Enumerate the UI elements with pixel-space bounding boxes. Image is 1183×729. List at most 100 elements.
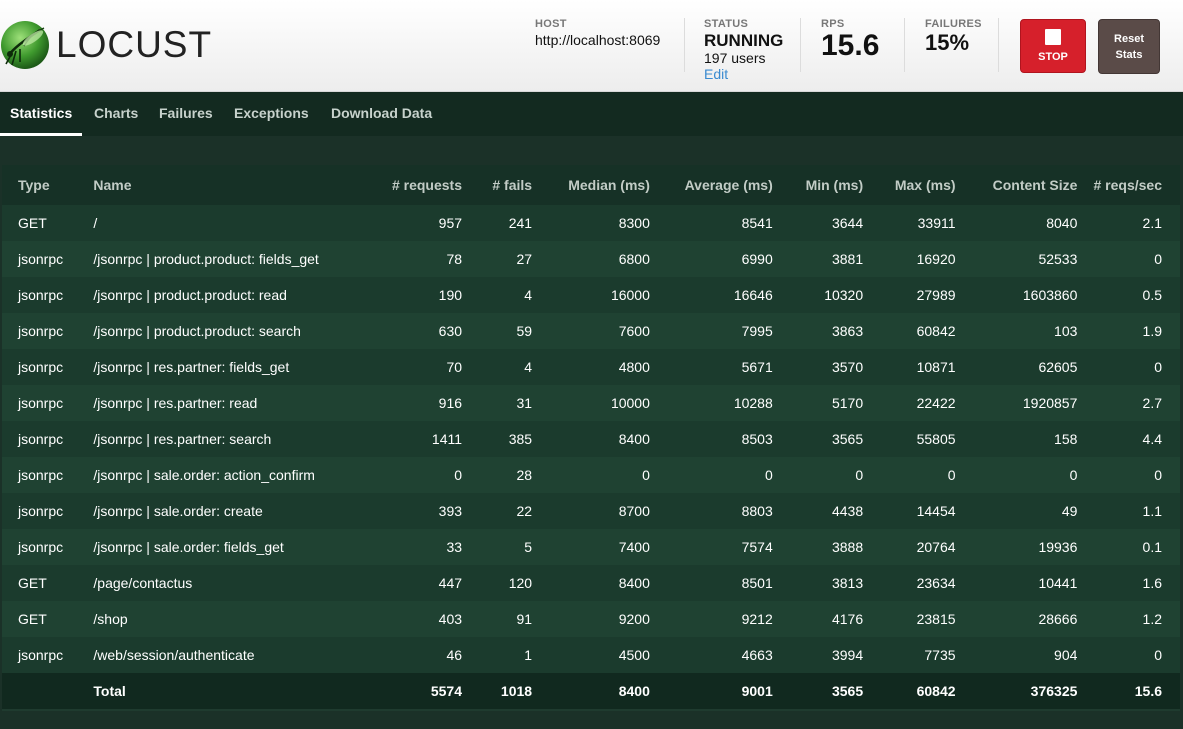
cell-content-size: 103 [1054,323,1078,339]
cell-median: 4800 [618,359,650,375]
cell-average: 0 [764,467,773,483]
cell-fails: 5 [524,539,533,555]
reset-label-line1: Reset [1114,33,1144,45]
stats-table: Type Name # requests # fails Median (ms)… [2,165,1180,709]
cell-requests: 957 [438,215,463,231]
cell-reqs-per-sec: 0 [1154,251,1162,267]
reset-stats-button[interactable]: Reset Stats [1098,19,1160,74]
tab-failures[interactable]: Failures [159,92,213,136]
cell-type: jsonrpc [18,251,64,267]
tab-bar: Statistics Charts Failures Exceptions Do… [0,92,1183,136]
cell-max: 22422 [916,395,956,411]
cell-median: 16000 [610,287,650,303]
col-max[interactable]: Max (ms) [863,165,956,205]
failures-info: FAILURES 15% [925,18,982,74]
table-row: jsonrpc/jsonrpc | res.partner: fields_ge… [2,349,1180,385]
cell-name: /jsonrpc | sale.order: action_confirm [93,467,315,483]
table-row: jsonrpc/jsonrpc | res.partner: read 916 31… [2,385,1180,421]
cell-fails: 91 [516,611,533,627]
col-reqs-per-sec[interactable]: # reqs/sec [1077,165,1180,205]
table-row: jsonrpc/jsonrpc | sale.order: fields_get… [2,529,1180,565]
cell-content-size: 8040 [1046,215,1078,231]
cell-fails: 22 [516,503,533,519]
rps-value: 15.6 [821,29,880,62]
col-min[interactable]: Min (ms) [773,165,864,205]
header-divider [904,18,905,72]
cell-average: 9212 [741,611,773,627]
cell-name: / [93,215,98,231]
total-cell-average: 9001 [741,683,773,699]
cell-content-size: 28666 [1038,611,1078,627]
cell-average: 8503 [741,431,773,447]
cell-median: 8700 [618,503,650,519]
cell-reqs-per-sec: 1.1 [1142,503,1162,519]
cell-content-size: 158 [1054,431,1078,447]
col-type[interactable]: Type [2,165,93,205]
cell-average: 5671 [741,359,773,375]
host-info: HOST http://localhost:8069 [535,18,660,74]
table-row: jsonrpc/jsonrpc | sale.order: create 393 2… [2,493,1180,529]
cell-median: 8400 [618,431,650,447]
cell-reqs-per-sec: 0.5 [1142,287,1162,303]
cell-name: /jsonrpc | res.partner: fields_get [93,359,290,375]
header-divider [684,18,685,72]
top-header: LOCUST HOST http://localhost:8069 STATUS… [0,0,1183,92]
cell-name: /jsonrpc | sale.order: create [93,503,263,519]
cell-requests: 447 [438,575,463,591]
cell-content-size: 0 [1069,467,1078,483]
col-average[interactable]: Average (ms) [650,165,773,205]
table-row: jsonrpc/jsonrpc | product.product: read 1… [2,277,1180,313]
cell-content-size: 19936 [1038,539,1078,555]
cell-min: 3644 [831,215,864,231]
cell-average: 7995 [741,323,773,339]
cell-min: 10320 [824,287,864,303]
col-median[interactable]: Median (ms) [532,165,650,205]
cell-median: 8400 [618,575,650,591]
cell-fails: 241 [508,215,533,231]
cell-max: 20764 [916,539,956,555]
cell-requests: 403 [438,611,463,627]
cell-median: 8300 [618,215,650,231]
col-fails[interactable]: # fails [462,165,532,205]
tab-exceptions[interactable]: Exceptions [234,92,309,136]
total-cell-requests: 5574 [430,683,463,699]
cell-average: 8541 [741,215,773,231]
tab-download-data[interactable]: Download Data [331,92,432,136]
status-value: RUNNING [704,31,784,50]
cell-reqs-per-sec: 0 [1154,467,1162,483]
table-row: jsonrpc/jsonrpc | res.partner: search 141… [2,421,1180,457]
cell-type: jsonrpc [18,323,64,339]
tab-statistics[interactable]: Statistics [0,92,83,136]
cell-min: 3863 [831,323,864,339]
user-count: 197 users [704,50,766,66]
header-divider [998,18,999,72]
cell-min: 3888 [831,539,864,555]
host-value: http://localhost:8069 [535,32,661,48]
col-name[interactable]: Name [93,165,347,205]
cell-type: jsonrpc [18,647,64,663]
table-row: jsonrpc/jsonrpc | product.product: field… [2,241,1180,277]
cell-fails: 1 [524,647,533,663]
failures-value: 15% [925,30,970,55]
cell-content-size: 49 [1061,503,1078,519]
cell-content-size: 10441 [1038,575,1078,591]
stop-button[interactable]: STOP [1020,19,1086,73]
cell-reqs-per-sec: 2.1 [1142,215,1162,231]
cell-content-size: 62605 [1038,359,1078,375]
tab-charts[interactable]: Charts [94,92,138,136]
total-cell-reqs-per-sec: 15.6 [1134,683,1162,699]
cell-max: 23815 [916,611,956,627]
total-cell-type [2,673,93,709]
cell-reqs-per-sec: 1.6 [1142,575,1162,591]
rps-info: RPS 15.6 [821,18,879,74]
cell-name: /jsonrpc | res.partner: search [93,431,272,447]
cell-type: jsonrpc [18,503,64,519]
col-content-size[interactable]: Content Size [956,165,1078,205]
cell-average: 4663 [741,647,773,663]
col-requests[interactable]: # requests [347,165,462,205]
cell-requests: 70 [446,359,463,375]
total-row: Total 5574 1018 8400 9001 3565 60842 376… [2,673,1180,709]
cell-requests: 46 [446,647,463,663]
edit-link[interactable]: Edit [704,66,728,82]
stats-table-body: GET/957 241 8300 8541 3644 33911 8040 2.1 jsonrp… [2,205,1180,673]
